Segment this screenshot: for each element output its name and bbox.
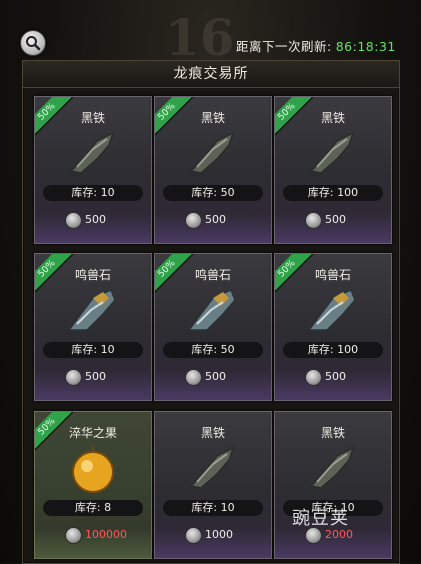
stock-label: 库存: 8 [43,500,143,516]
price-amount: 500 [205,370,226,383]
price-row: 500 [35,366,151,388]
price-amount: 500 [85,213,106,226]
price-amount: 500 [205,213,226,226]
coin-icon [65,212,82,229]
item-name: 黑铁 [80,111,105,125]
shop-card[interactable]: 50% 鸣兽石 库存: 100 500 [274,253,392,401]
stock-label: 库存: 100 [283,342,383,358]
item-name: 鸣兽石 [74,268,111,282]
stock-label: 库存: 10 [43,185,143,201]
shop-card[interactable]: 黑铁库存: 10 1000 [154,411,272,559]
search-icon [26,36,41,51]
price-amount: 100000 [85,528,127,541]
item-name: 鸣兽石 [194,268,231,282]
search-button[interactable] [20,30,46,56]
item-name: 黑铁 [200,426,225,440]
shop-card[interactable]: 50% 鸣兽石 库存: 50 500 [154,253,272,401]
background-decoration: 16 [165,8,235,67]
black-iron-icon [189,131,235,174]
black-iron-icon [189,446,235,489]
shop-card[interactable]: 50% 黑铁 库存: 100 500 [274,96,392,244]
shop-card[interactable]: 50% 鸣兽石 库存: 10 500 [34,253,152,401]
price-row: 500 [275,209,391,231]
item-name: 黑铁 [320,111,345,125]
coin-icon [185,527,202,544]
stock-label: 库存: 10 [43,342,143,358]
coin-icon [65,527,82,544]
shop-card[interactable]: 50% 淬华之果 库存: 8 100000 [34,411,152,559]
black-iron-icon [309,131,355,174]
refresh-label: 距离下一次刷新: [236,39,332,54]
refresh-timer: 86:18:31 [335,39,396,54]
price-row: 500 [155,209,271,231]
item-name: 淬华之果 [68,426,117,440]
stock-label: 库存: 50 [163,342,263,358]
price-amount: 500 [85,370,106,383]
top-bar: 16 距离下一次刷新: 86:18:31 [0,0,421,67]
beast-stone-icon [187,288,236,331]
item-name: 鸣兽石 [314,268,351,282]
stock-label: 库存: 10 [163,500,263,516]
shop-card[interactable]: 黑铁 库存: 10 2000 [274,411,392,559]
price-row: 100000 [35,524,151,546]
item-name: 黑铁 [200,111,225,125]
shop-card[interactable]: 50% 黑铁 库存: 50 500 [154,96,272,244]
golden-fruit-icon [72,446,114,493]
stock-label: 库存: 100 [283,185,383,201]
price-amount: 500 [325,370,346,383]
shop-card[interactable]: 50% 黑铁 库存: 10 500 [34,96,152,244]
price-amount: 500 [325,213,346,226]
price-row: 500 [155,366,271,388]
item-name: 黑铁 [320,426,345,440]
beast-stone-icon [67,288,116,331]
coin-icon [185,212,202,229]
black-iron-icon [69,131,115,174]
coin-icon [305,212,322,229]
price-row: 500 [275,366,391,388]
price-row: 1000 [155,524,271,546]
beast-stone-icon [307,288,356,331]
price-amount: 1000 [205,528,233,541]
stock-label: 库存: 50 [163,185,263,201]
panel-title: 龙痕交易所 [23,61,399,88]
coin-icon [185,369,202,386]
watermark-logo: 豌豆荚 [292,508,349,529]
coin-icon [65,369,82,386]
price-row: 500 [35,209,151,231]
refresh-countdown: 距离下一次刷新: 86:18:31 [236,36,396,55]
black-iron-icon [309,446,355,489]
coin-icon [305,369,322,386]
